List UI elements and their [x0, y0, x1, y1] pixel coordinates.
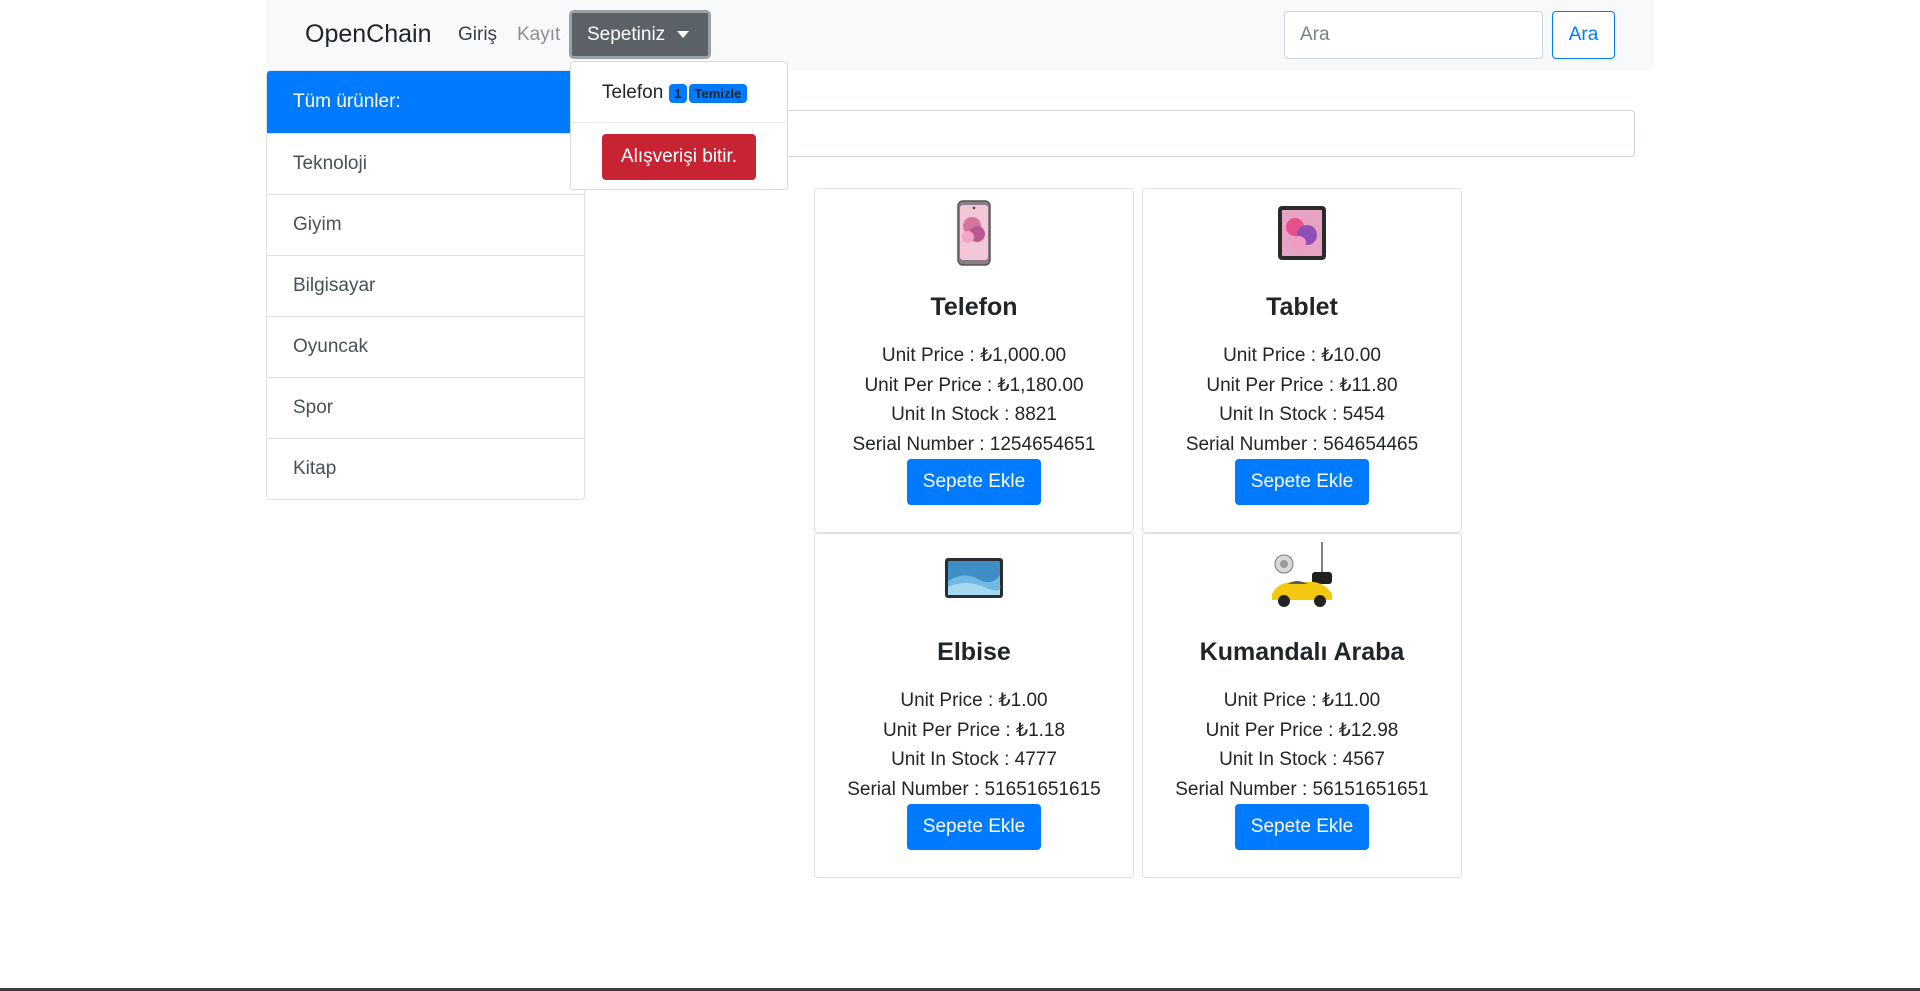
- unit-per-price: Unit Per Price : ₺11.80: [1206, 375, 1398, 396]
- serial-number: Serial Number : 564654465: [1185, 434, 1419, 455]
- add-to-cart-button[interactable]: Sepete Ekle: [1235, 804, 1369, 850]
- clear-cart-item-button[interactable]: Temizle: [688, 83, 748, 103]
- search-button[interactable]: Ara: [1552, 11, 1615, 59]
- product-name: Telefon: [930, 293, 1018, 321]
- unit-in-stock: Unit In Stock : 4777: [891, 749, 1057, 770]
- unit-in-stock: Unit In Stock : 5454: [1219, 404, 1385, 425]
- sidebar-item-toy[interactable]: Oyuncak: [267, 316, 584, 377]
- product-name: Elbise: [937, 638, 1011, 666]
- checkout-button[interactable]: Alışverişi bitir.: [602, 134, 756, 180]
- login-link[interactable]: Giriş: [458, 24, 497, 46]
- sidebar-item-label: Bilgisayar: [293, 275, 376, 296]
- sidebar-item-computer[interactable]: Bilgisayar: [267, 255, 584, 316]
- caret-down-icon: [677, 31, 690, 38]
- unit-in-stock: Unit In Stock : 4567: [1219, 749, 1385, 770]
- unit-price: Unit Price : ₺1.00: [900, 690, 1048, 711]
- add-to-cart-button[interactable]: Sepete Ekle: [1235, 459, 1369, 505]
- cart-item-count-badge: 1: [669, 83, 687, 103]
- cart-dropdown-toggle[interactable]: Sepetiniz: [569, 10, 711, 59]
- product-filter-input[interactable]: [700, 110, 1635, 157]
- tablet-landscape-icon: [815, 540, 1133, 616]
- dropdown-divider: [571, 122, 787, 123]
- cart-toggle-label: Sepetiniz: [587, 23, 666, 45]
- cart-item-name: Telefon: [602, 82, 664, 103]
- unit-per-price: Unit Per Price : ₺12.98: [1205, 720, 1399, 741]
- sidebar-item-clothing[interactable]: Giyim: [267, 194, 584, 255]
- product-name: Tablet: [1266, 293, 1338, 321]
- add-to-cart-button[interactable]: Sepete Ekle: [907, 804, 1041, 850]
- unit-in-stock: Unit In Stock : 8821: [891, 404, 1057, 425]
- sidebar-item-label: Giyim: [293, 214, 342, 235]
- search-input[interactable]: [1284, 11, 1543, 59]
- sidebar-item-label: Teknoloji: [293, 153, 367, 174]
- product-card: Telefon Unit Price : ₺1,000.00 Unit Per …: [814, 188, 1134, 533]
- rc-car-icon: [1143, 540, 1461, 616]
- unit-price: Unit Price : ₺1,000.00: [881, 345, 1067, 366]
- smartphone-icon: [815, 195, 1133, 271]
- cart-item[interactable]: Telefon 1 Temizle: [602, 82, 748, 104]
- product-card: Kumandalı Araba Unit Price : ₺11.00 Unit…: [1142, 533, 1462, 878]
- unit-price: Unit Price : ₺10.00: [1223, 345, 1381, 366]
- product-card: Elbise Unit Price : ₺1.00 Unit Per Price…: [814, 533, 1134, 878]
- unit-per-price: Unit Per Price : ₺1.18: [882, 720, 1066, 741]
- sidebar-item-label: Oyuncak: [293, 336, 368, 357]
- unit-price: Unit Price : ₺11.00: [1223, 690, 1381, 711]
- unit-per-price: Unit Per Price : ₺1,180.00: [864, 375, 1084, 396]
- navbar: OpenChain Giriş Kayıt Sepetiniz Ara: [266, 0, 1654, 70]
- serial-number: Serial Number : 56151651651: [1175, 779, 1429, 800]
- brand-logo[interactable]: OpenChain: [305, 20, 431, 49]
- sidebar-item-label: Kitap: [293, 458, 337, 479]
- sidebar-item-book[interactable]: Kitap: [267, 438, 584, 499]
- sidebar-item-sport[interactable]: Spor: [267, 377, 584, 438]
- sidebar-item-technology[interactable]: Teknoloji: [267, 133, 584, 194]
- cart-dropdown-menu: Telefon 1 Temizle Alışverişi bitir.: [570, 61, 788, 190]
- product-card: Tablet Unit Price : ₺10.00 Unit Per Pric…: [1142, 188, 1462, 533]
- add-to-cart-button[interactable]: Sepete Ekle: [907, 459, 1041, 505]
- tablet-icon: [1143, 195, 1461, 271]
- product-name: Kumandalı Araba: [1199, 638, 1405, 666]
- serial-number: Serial Number : 51651651615: [847, 779, 1101, 800]
- register-link[interactable]: Kayıt: [517, 24, 560, 46]
- sidebar-item-all-products[interactable]: Tüm ürünler:: [267, 71, 584, 133]
- category-sidebar: Tüm ürünler: Teknoloji Giyim Bilgisayar …: [266, 70, 585, 500]
- sidebar-item-label: Tüm ürünler:: [293, 91, 401, 112]
- serial-number: Serial Number : 1254654651: [852, 434, 1096, 455]
- sidebar-item-label: Spor: [293, 397, 334, 418]
